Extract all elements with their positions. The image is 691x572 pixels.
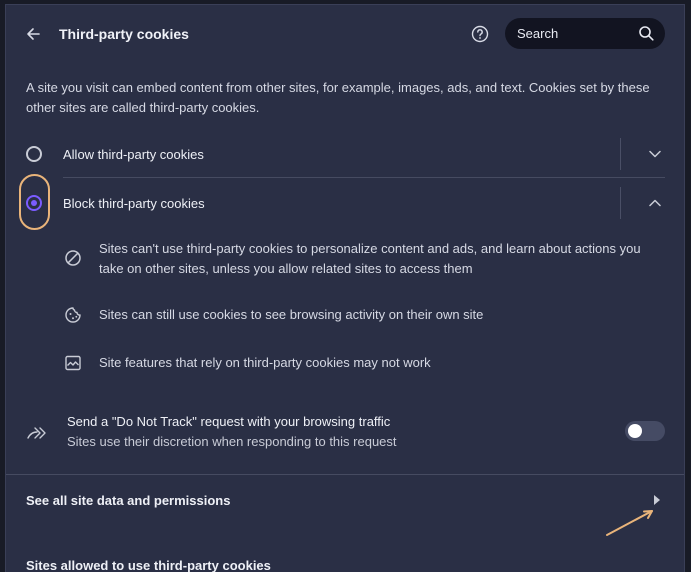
help-button[interactable] [469,23,491,45]
intro-text: A site you visit can embed content from … [26,80,650,115]
site-data-link[interactable]: See all site data and permissions [6,475,684,531]
do-not-track-title: Send a "Do Not Track" request with your … [67,414,391,429]
option-allow-row[interactable]: Allow third-party cookies [6,130,684,178]
do-not-track-icon [27,427,46,439]
broken-image-icon [65,355,81,371]
option-divider [620,187,621,219]
site-data-link-label: See all site data and permissions [26,493,231,508]
option-divider [620,138,621,170]
expand-allow-button[interactable] [644,143,666,165]
toggle-knob [628,424,642,438]
option-allow-label: Allow third-party cookies [63,147,204,162]
allowed-sites-heading: Sites allowed to use third-party cookies [26,558,271,572]
settings-panel: Third-party cookies A site you visit can… [5,4,685,572]
option-block-label: Block third-party cookies [63,196,205,211]
radio-allow[interactable] [26,146,42,162]
chevron-down-icon [649,150,661,158]
search-icon[interactable] [638,25,655,42]
search-input[interactable] [517,26,637,41]
chevron-up-icon [649,199,661,207]
page-header: Third-party cookies [6,5,684,63]
detail-text: Sites can still use cookies to see brows… [99,307,484,322]
cookie-icon [65,307,81,323]
do-not-track-subtitle: Sites use their discretion when respondi… [67,434,397,449]
do-not-track-toggle[interactable] [625,421,665,441]
arrow-left-icon [27,28,40,40]
detail-text: Site features that rely on third-party c… [99,355,431,370]
caret-right-icon [654,495,660,505]
page-title: Third-party cookies [59,26,189,42]
option-separator [63,177,665,178]
help-icon [471,25,489,43]
search-box[interactable] [505,18,665,49]
radio-block[interactable] [26,195,42,211]
detail-text: Sites can't use third-party cookies to p… [99,241,641,276]
collapse-block-button[interactable] [644,192,666,214]
block-icon [65,250,81,266]
back-button[interactable] [20,21,46,47]
option-block-row[interactable]: Block third-party cookies [6,179,684,227]
